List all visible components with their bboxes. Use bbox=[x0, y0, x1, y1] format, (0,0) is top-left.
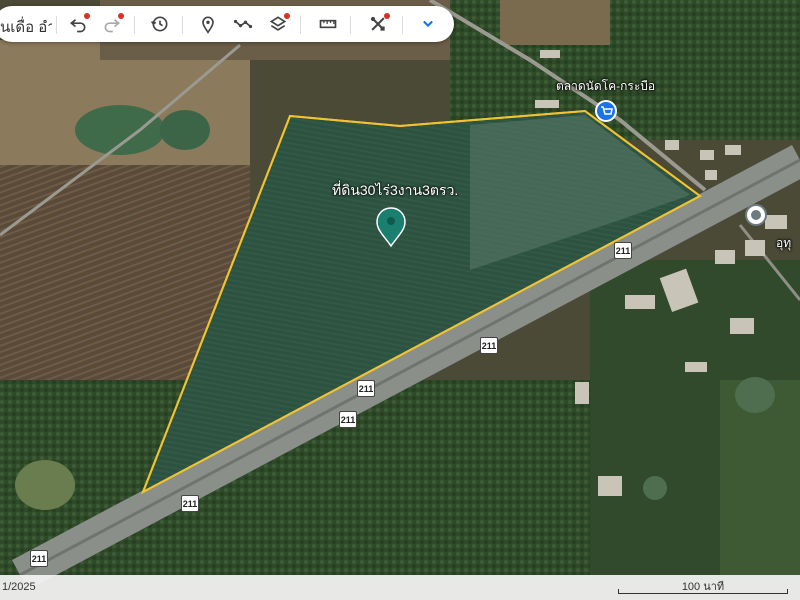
market-label[interactable]: ตลาดนัดโค-กระบือ bbox=[556, 77, 655, 96]
pond bbox=[160, 110, 210, 150]
ruler-button[interactable] bbox=[314, 10, 342, 38]
parcel-label[interactable]: ที่ดิน30ไร่3งาน3ตรว. bbox=[332, 180, 458, 202]
toolbar-divider bbox=[350, 16, 351, 34]
placemark-button[interactable] bbox=[194, 10, 222, 38]
place-pin-icon bbox=[745, 204, 767, 226]
search-text[interactable]: นเดื่อ อำเ bbox=[0, 15, 52, 39]
road-shield-211: 211 bbox=[339, 411, 357, 428]
path-icon bbox=[233, 19, 253, 29]
placemark-icon bbox=[202, 16, 214, 34]
market-pin-icon bbox=[595, 100, 617, 122]
road-shield-211: 211 bbox=[614, 242, 632, 259]
road-shield-211: 211 bbox=[181, 495, 199, 512]
toolbar: นเดื่อ อำเ bbox=[0, 6, 454, 42]
pond bbox=[75, 105, 165, 155]
ruler-icon bbox=[319, 19, 337, 29]
imagery-date: 1/2025 bbox=[2, 581, 36, 593]
layers-button[interactable] bbox=[264, 10, 292, 38]
notification-dot bbox=[84, 13, 90, 19]
status-bar: 1/2025 100 นาที bbox=[0, 575, 800, 600]
toolbar-divider bbox=[300, 16, 301, 34]
notification-dot bbox=[284, 13, 290, 19]
place-label-right[interactable]: อุทุ bbox=[776, 234, 791, 253]
scale-bar[interactable]: 100 นาที bbox=[618, 576, 788, 594]
field-top-right bbox=[500, 0, 610, 45]
road-shield-211: 211 bbox=[480, 337, 498, 354]
toolbar-divider bbox=[182, 16, 183, 34]
history-button[interactable] bbox=[146, 10, 174, 38]
expand-button[interactable] bbox=[414, 10, 442, 38]
scale-bar-line bbox=[618, 589, 788, 594]
tools-button[interactable] bbox=[364, 10, 392, 38]
toolbar-divider bbox=[134, 16, 135, 34]
pond bbox=[735, 377, 775, 413]
undo-button[interactable] bbox=[64, 10, 92, 38]
redo-button[interactable] bbox=[98, 10, 126, 38]
notification-dot bbox=[118, 13, 124, 19]
path-button[interactable] bbox=[229, 10, 257, 38]
road-shield-211: 211 bbox=[30, 550, 48, 567]
pond bbox=[643, 476, 667, 500]
toolbar-divider bbox=[402, 16, 403, 34]
toolbar-divider bbox=[56, 16, 57, 34]
satellite-map[interactable] bbox=[0, 0, 800, 600]
chevron-down-icon bbox=[423, 20, 433, 28]
road-shield-211: 211 bbox=[357, 380, 375, 397]
pond bbox=[15, 460, 75, 510]
history-icon bbox=[150, 16, 168, 32]
notification-dot bbox=[384, 13, 390, 19]
